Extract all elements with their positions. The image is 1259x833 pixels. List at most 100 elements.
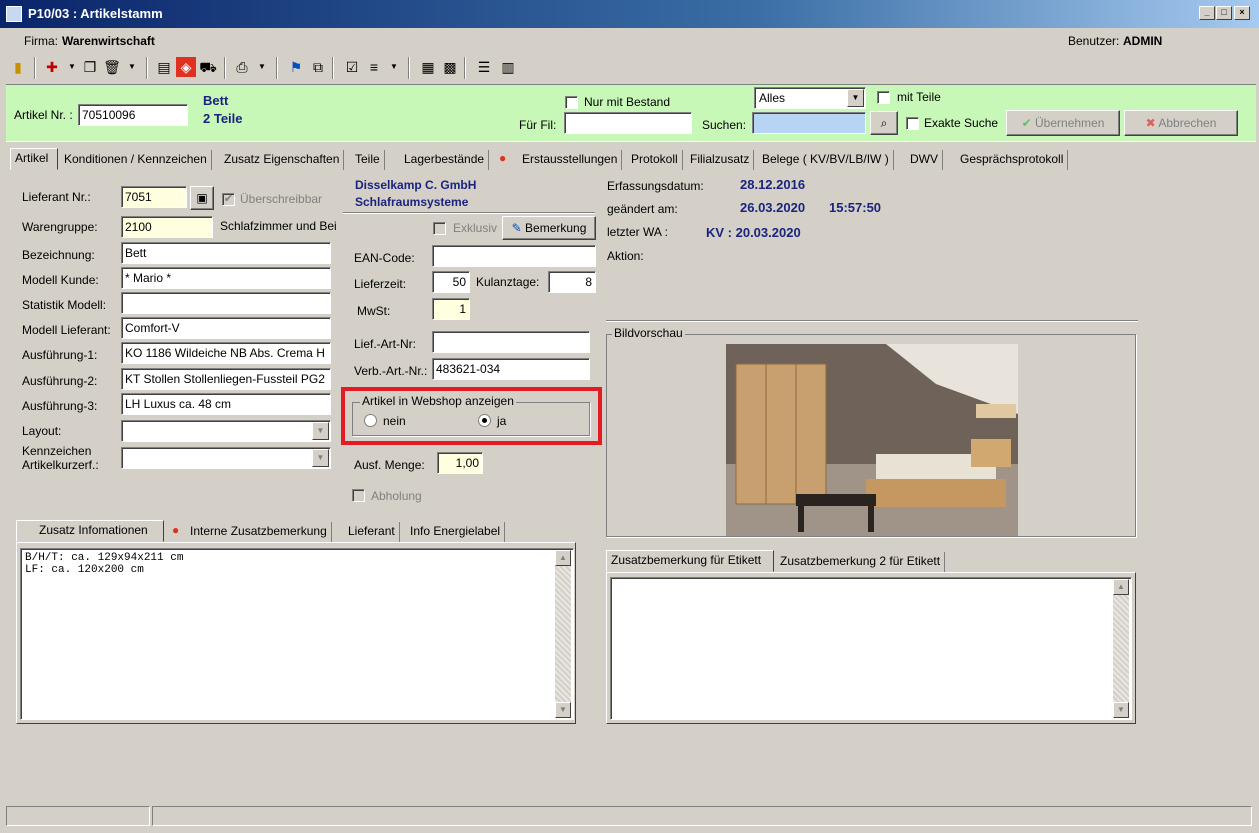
chevron-down-icon: ▼ bbox=[312, 422, 329, 440]
modell-kunde-input[interactable]: * Mario * bbox=[121, 267, 331, 289]
chevron-down-icon: ▼ bbox=[312, 449, 329, 467]
mit-teile-checkbox[interactable] bbox=[877, 91, 890, 104]
tab-artikel[interactable]: Artikel bbox=[10, 148, 58, 170]
ausfuehrung3-label: Ausführung-3: bbox=[22, 399, 98, 413]
tab-lieferant[interactable]: Lieferant bbox=[344, 522, 400, 542]
tab-lagerbestaende[interactable]: Lagerbestände bbox=[400, 150, 490, 170]
kennzeichen-label-1: Kennzeichen bbox=[22, 444, 92, 458]
tab-protokoll[interactable]: Protokoll bbox=[627, 150, 683, 170]
close-button[interactable]: × bbox=[1234, 6, 1250, 20]
copy-record-icon[interactable]: ❐ bbox=[80, 57, 100, 77]
tab-interne-zusatzbemerkung[interactable]: Interne Zusatzbemerkung bbox=[166, 522, 332, 542]
nur-mit-bestand-checkbox[interactable] bbox=[565, 96, 578, 109]
print-icon[interactable]: ⎙ bbox=[232, 57, 252, 77]
note-icon: ✎ bbox=[511, 221, 522, 235]
artikel-nr-input[interactable]: 70510096 bbox=[78, 104, 188, 126]
zusatz-textarea[interactable]: B/H/T: ca. 129x94x211 cm LF: ca. 120x200… bbox=[20, 548, 574, 720]
maximize-button[interactable]: □ bbox=[1216, 6, 1232, 20]
dropdown-arrow-icon[interactable]: ▼ bbox=[252, 57, 272, 77]
users-icon[interactable]: ⚑ bbox=[286, 57, 306, 77]
scrollbar[interactable]: ▲ ▼ bbox=[1113, 579, 1129, 718]
tab-zusatz-infomationen[interactable]: Zusatz Infomationen bbox=[16, 520, 164, 542]
mwst-input[interactable]: 1 bbox=[432, 298, 470, 320]
duplicate-icon[interactable]: ⧉ bbox=[308, 57, 328, 77]
toolbar-separator bbox=[224, 57, 226, 79]
new-record-icon[interactable]: ✚ bbox=[42, 57, 62, 77]
toolbar-separator bbox=[146, 57, 148, 79]
abbrechen-button[interactable]: ✖ Abbrechen bbox=[1124, 110, 1238, 136]
tab-erstausstellungen[interactable]: Erstausstellungen bbox=[518, 150, 623, 170]
bemerkung-label: Bemerkung bbox=[525, 221, 587, 235]
ausf-menge-label: Ausf. Menge: bbox=[354, 458, 425, 472]
table-icon[interactable]: ▦ bbox=[418, 57, 438, 77]
tab-info-energielabel[interactable]: Info Energielabel bbox=[406, 522, 506, 542]
alles-select-value: Alles bbox=[759, 91, 786, 105]
etikett-textarea[interactable] bbox=[610, 577, 1132, 720]
dropdown-arrow-icon[interactable]: ▼ bbox=[122, 57, 142, 77]
bezeichnung-input[interactable]: Bett bbox=[121, 242, 331, 264]
tab-zusatzbemerkung-2-etikett[interactable]: Zusatzbemerkung 2 für Etikett bbox=[776, 552, 946, 572]
minimize-button[interactable]: _ bbox=[1199, 6, 1215, 20]
list-icon[interactable]: ☰ bbox=[474, 57, 494, 77]
scroll-up-icon[interactable]: ▲ bbox=[555, 550, 571, 566]
ausfuehrung3-input[interactable]: LH Luxus ca. 48 cm bbox=[121, 393, 331, 415]
alles-select[interactable]: Alles ▼ bbox=[754, 87, 866, 109]
tab-teile[interactable]: Teile bbox=[351, 150, 385, 170]
tag-icon[interactable]: ◈ bbox=[176, 57, 196, 77]
lieferant-nr-label: Lieferant Nr.: bbox=[22, 190, 91, 204]
lieferant-nr-input[interactable]: 7051 bbox=[121, 186, 187, 208]
suchen-input[interactable] bbox=[752, 112, 866, 134]
fuer-fil-input[interactable] bbox=[564, 112, 692, 134]
title-bar[interactable] bbox=[0, 0, 1259, 28]
tab-konditionen[interactable]: Konditionen / Kennzeichen bbox=[60, 150, 212, 170]
delete-icon[interactable]: 🗑 bbox=[102, 57, 122, 77]
lieferant-lookup-button[interactable]: ▣ bbox=[190, 186, 214, 210]
ausf-menge-input[interactable]: 1,00 bbox=[437, 452, 483, 474]
bemerkung-button[interactable]: ✎ Bemerkung bbox=[502, 216, 596, 240]
layout-select[interactable]: ▼ bbox=[121, 420, 331, 442]
kulanztage-input[interactable]: 8 bbox=[548, 271, 596, 293]
modell-lieferant-input[interactable]: Comfort-V bbox=[121, 317, 331, 339]
dropdown-arrow-icon[interactable]: ▼ bbox=[62, 57, 82, 77]
scroll-down-icon[interactable]: ▼ bbox=[1113, 702, 1129, 718]
ausfuehrung1-input[interactable]: KO 1186 Wildeiche NB Abs. Crema H bbox=[121, 342, 331, 364]
ueberschreibbar-checkbox[interactable]: ✔ bbox=[222, 193, 235, 206]
binoculars-icon: ⌕ bbox=[880, 116, 888, 130]
binoculars-search-button[interactable]: ⌕ bbox=[870, 111, 898, 135]
lieferzeit-input[interactable]: 50 bbox=[432, 271, 470, 293]
document-icon[interactable]: ▤ bbox=[154, 57, 174, 77]
tab-zusatz-eigenschaften[interactable]: Zusatz Eigenschaften bbox=[220, 150, 345, 170]
tab-dwv[interactable]: DWV bbox=[906, 150, 943, 170]
dropdown-arrow-icon[interactable]: ▼ bbox=[384, 57, 404, 77]
uebernehmen-button[interactable]: ✔ Übernehmen bbox=[1006, 110, 1120, 136]
edit-list-icon[interactable]: ☑ bbox=[342, 57, 362, 77]
scrollbar[interactable]: ▲ ▼ bbox=[555, 550, 571, 718]
tab-gespraechsprotokoll[interactable]: Gesprächsprotokoll bbox=[956, 150, 1069, 170]
erfassungsdatum-label: Erfassungsdatum: bbox=[607, 179, 704, 193]
ausfuehrung2-input[interactable]: KT Stollen Stollenliegen-Fussteil PG2 bbox=[121, 368, 331, 390]
scroll-up-icon[interactable]: ▲ bbox=[1113, 579, 1129, 595]
kennzeichen-select[interactable]: ▼ bbox=[121, 447, 331, 469]
tab-belege[interactable]: Belege ( KV/BV/LB/IW ) bbox=[758, 150, 894, 170]
statistik-modell-input[interactable] bbox=[121, 292, 331, 314]
verb-art-input[interactable]: 483621-034 bbox=[432, 358, 590, 380]
exit-icon[interactable]: ▮ bbox=[8, 57, 28, 77]
exklusiv-checkbox[interactable] bbox=[433, 222, 446, 235]
abholung-checkbox[interactable] bbox=[352, 489, 365, 502]
tab-filialzusatz[interactable]: Filialzusatz bbox=[686, 150, 755, 170]
menu-lines-icon[interactable]: ≡ bbox=[364, 57, 384, 77]
toolbar-separator bbox=[34, 57, 36, 79]
ueberschreibbar-label: Überschreibbar bbox=[240, 192, 323, 206]
truck-icon[interactable]: ⛟ bbox=[198, 57, 218, 77]
exakte-suche-checkbox[interactable] bbox=[906, 117, 919, 130]
grid-icon[interactable]: ▩ bbox=[440, 57, 460, 77]
ean-input[interactable] bbox=[432, 245, 596, 267]
status-bar bbox=[6, 806, 1256, 828]
barcode-icon[interactable]: ▥ bbox=[498, 57, 518, 77]
lieferzeit-label: Lieferzeit: bbox=[354, 277, 407, 291]
warengruppe-input[interactable]: 2100 bbox=[121, 216, 213, 238]
tab-zusatzbemerkung-etikett[interactable]: Zusatzbemerkung für Etikett bbox=[606, 550, 774, 572]
lief-art-input[interactable] bbox=[432, 331, 590, 353]
scroll-down-icon[interactable]: ▼ bbox=[555, 702, 571, 718]
uebernehmen-label: Übernehmen bbox=[1035, 116, 1105, 130]
